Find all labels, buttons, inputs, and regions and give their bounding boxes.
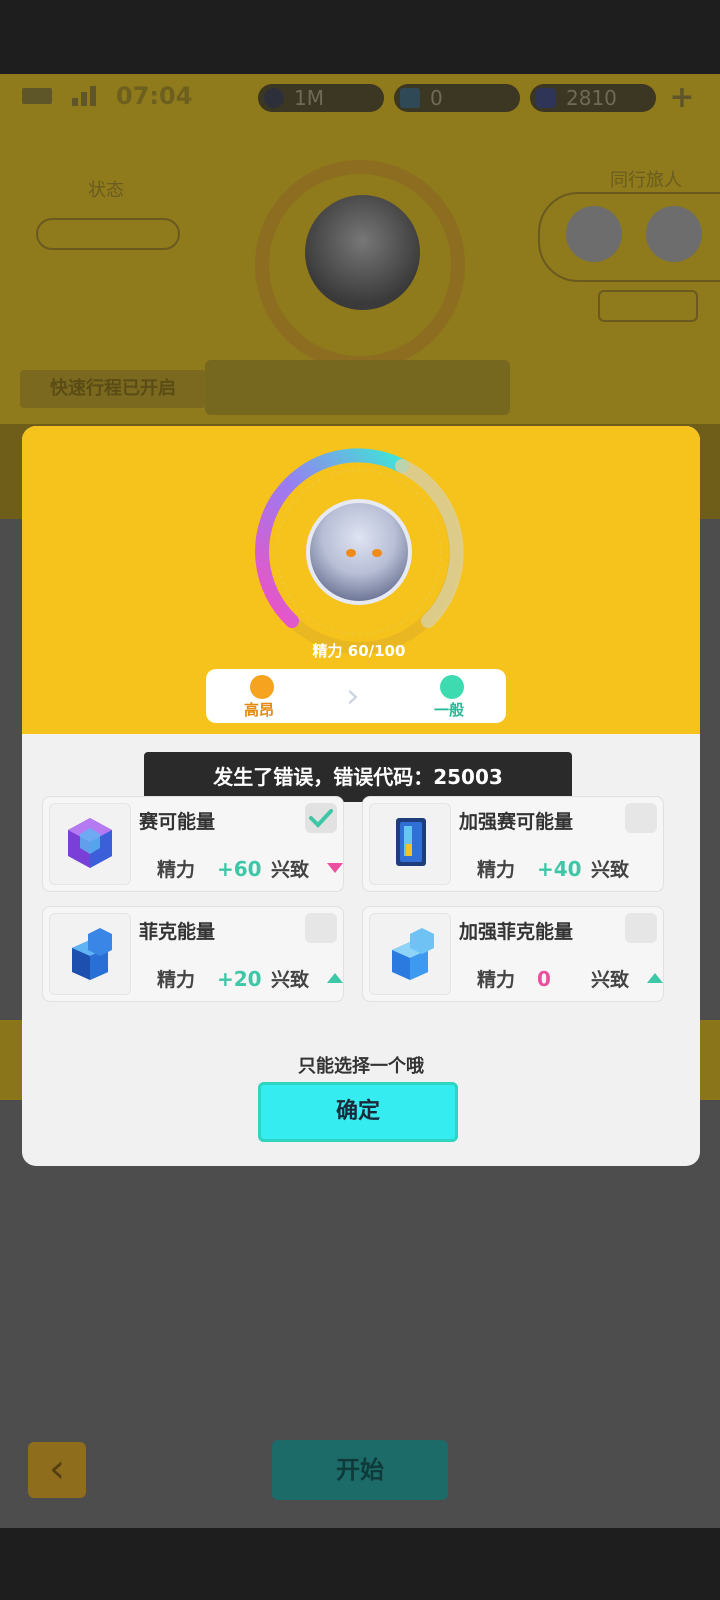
interest-stat-label: 兴致 (591, 859, 630, 881)
companions-label: 同行旅人 (610, 170, 682, 191)
checkmark-icon (309, 809, 333, 828)
battery-icon (22, 82, 62, 112)
chevron-right-icon: › (346, 676, 360, 716)
mood-change-bar: 高昂 › 一般 (206, 669, 506, 723)
blocks-icon (49, 913, 131, 995)
cube-icon (49, 803, 131, 885)
energy-stat-label: 精力 (157, 859, 196, 881)
energy-stat-label: 精力 (477, 859, 516, 881)
quick-trip-badge: 快速行程已开启 (20, 370, 206, 408)
item-checkbox[interactable] (305, 913, 337, 943)
start-button[interactable]: 开始 (272, 1440, 448, 1500)
interest-stat-label: 兴致 (271, 859, 310, 881)
tickets-value: 0 (430, 86, 443, 110)
chevron-left-icon: ‹ (49, 1446, 65, 1492)
trend-up-icon (647, 973, 663, 983)
energy-stat-label: 精力 (157, 969, 196, 991)
interest-stat-label: 兴致 (591, 969, 630, 991)
coin-icon (264, 88, 284, 108)
item-card-feike-energy[interactable]: 菲克能量 精力 +20 兴致 (42, 906, 344, 1002)
mood-to-label: 一般 (434, 701, 465, 719)
gems-value: 2810 (566, 86, 617, 110)
gem-icon (536, 88, 556, 108)
coins-pill[interactable]: 1M (258, 84, 384, 112)
tickets-pill[interactable]: 0 (394, 84, 520, 112)
back-button[interactable]: ‹ (28, 1442, 86, 1498)
item-card-enhanced-saike-energy[interactable]: 加强赛可能量 精力 +40 兴致 (362, 796, 664, 892)
error-toast: 发生了错误，错误代码：25003 (144, 752, 572, 802)
item-name: 赛可能量 (139, 811, 216, 833)
avatar-eye-right (372, 549, 382, 557)
state-chip (36, 218, 180, 250)
energy-stat-value: +20 (217, 967, 262, 991)
trend-up-icon (327, 973, 343, 983)
energy-card-icon (369, 803, 451, 885)
confirm-button[interactable]: 确定 (258, 1082, 458, 1142)
avatar-eye-left (346, 549, 356, 557)
energy-stat-label: 精力 (477, 969, 516, 991)
energy-item-dialog: 精力 60/100 高昂 › 一般 发生了错误，错误代码：25003 赛可能量 … (22, 426, 700, 1166)
signal-icon (62, 82, 102, 112)
item-card-saike-energy[interactable]: 赛可能量 精力 +60 兴致 (42, 796, 344, 892)
ticket-icon (400, 88, 420, 108)
happy-face-icon (250, 675, 274, 699)
item-checkbox[interactable] (305, 803, 337, 833)
mood-from-label: 高昂 (244, 701, 275, 719)
state-label: 状态 (88, 180, 124, 201)
selection-hint: 只能选择一个哦 (298, 1056, 424, 1077)
energy-stat-value: +60 (217, 857, 262, 881)
neutral-face-icon (440, 675, 464, 699)
coins-value: 1M (294, 86, 324, 110)
character-avatar (306, 499, 412, 605)
blocks-icon (369, 913, 451, 995)
add-icon[interactable]: + (668, 83, 696, 113)
energy-stat-value: 0 (537, 967, 551, 991)
energy-stat-value: +40 (537, 857, 582, 881)
interest-stat-label: 兴致 (271, 969, 310, 991)
item-checkbox[interactable] (625, 913, 657, 943)
item-name: 菲克能量 (139, 921, 216, 943)
clock: 07:04 (116, 82, 193, 110)
top-letterbox (0, 0, 720, 74)
energy-label: 精力 60/100 (312, 642, 406, 660)
companion-slot-2[interactable] (646, 206, 702, 262)
bottom-letterbox (0, 1528, 720, 1600)
mood-tabs (205, 360, 510, 415)
companion-slot-1[interactable] (566, 206, 622, 262)
item-name: 加强菲克能量 (459, 921, 574, 943)
bg-character-avatar (305, 195, 420, 310)
item-card-enhanced-feike-energy[interactable]: 加强菲克能量 精力 0 兴致 (362, 906, 664, 1002)
companion-detail-button[interactable] (598, 290, 698, 322)
trend-down-icon (327, 863, 343, 873)
gems-pill[interactable]: 2810 (530, 84, 656, 112)
item-checkbox[interactable] (625, 803, 657, 833)
item-name: 加强赛可能量 (459, 811, 574, 833)
